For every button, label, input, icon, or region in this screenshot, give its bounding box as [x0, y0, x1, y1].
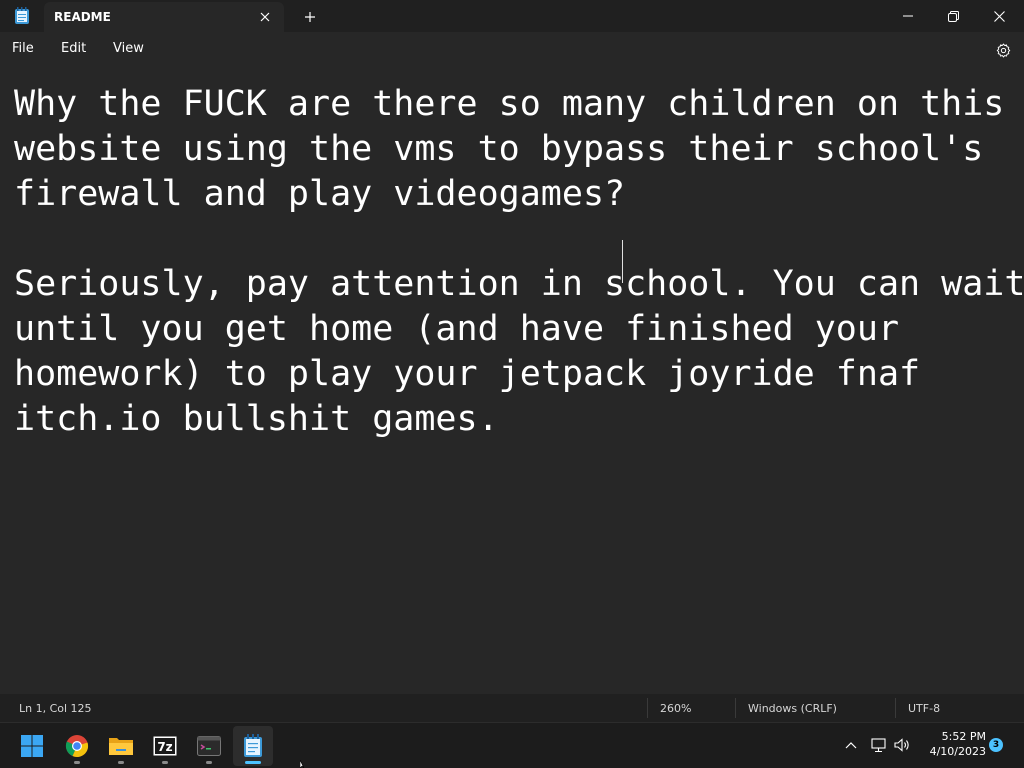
text-editor[interactable]: Why the FUCK are there so many children … — [0, 68, 1024, 694]
clock-date: 4/10/2023 — [929, 745, 986, 758]
notification-badge[interactable]: 3 — [989, 738, 1003, 752]
zoom-level: 260% — [660, 702, 692, 715]
gear-icon — [996, 42, 1010, 58]
menu-view[interactable]: View — [113, 41, 144, 56]
restore-icon — [947, 10, 959, 22]
notepad-app-icon — [14, 7, 30, 25]
running-indicator — [206, 761, 212, 764]
minimize-icon — [903, 15, 913, 17]
running-indicator — [162, 761, 168, 764]
taskbar: 7z 5:52 PM 4/10/2023 3 — [0, 722, 1024, 768]
file-explorer-icon — [109, 738, 133, 755]
mouse-cursor-icon — [300, 760, 305, 768]
network-icon[interactable] — [870, 736, 888, 754]
start-icon — [21, 735, 43, 757]
clock-time: 5:52 PM — [941, 730, 986, 743]
chrome-icon — [65, 735, 89, 757]
taskbar-7zip[interactable]: 7z — [145, 726, 185, 766]
new-tab-button[interactable] — [298, 5, 322, 29]
volume-icon[interactable] — [893, 736, 911, 754]
clock[interactable]: 5:52 PM 4/10/2023 — [920, 729, 986, 759]
running-indicator — [74, 761, 80, 764]
editor-content[interactable]: Why the FUCK are there so many children … — [14, 82, 1024, 442]
settings-button[interactable] — [993, 40, 1013, 60]
menu-bar: File Edit View — [0, 32, 1024, 68]
menu-file[interactable]: File — [12, 41, 34, 56]
chevron-up-icon[interactable] — [842, 737, 860, 755]
title-bar: README — [0, 0, 1024, 32]
tab-close-button[interactable] — [254, 6, 276, 28]
tab-readme[interactable]: README — [44, 2, 284, 32]
running-indicator — [118, 761, 124, 764]
status-bar: Ln 1, Col 125 260% Windows (CRLF) UTF-8 — [0, 694, 1024, 722]
taskbar-chrome[interactable] — [57, 726, 97, 766]
status-divider — [895, 698, 896, 718]
tab-title: README — [54, 10, 111, 24]
menu-edit[interactable]: Edit — [61, 41, 86, 56]
close-window-button[interactable] — [976, 0, 1022, 32]
restore-button[interactable] — [930, 0, 976, 32]
status-divider — [735, 698, 736, 718]
start-button[interactable] — [12, 726, 52, 766]
active-indicator — [245, 761, 261, 764]
svg-text:7z: 7z — [157, 740, 172, 754]
close-icon — [260, 12, 270, 22]
encoding: UTF-8 — [908, 702, 941, 715]
status-divider — [647, 698, 648, 718]
text-caret — [622, 240, 623, 283]
line-ending: Windows (CRLF) — [748, 702, 837, 715]
taskbar-notepad[interactable] — [233, 726, 273, 766]
7zip-icon: 7z — [153, 736, 177, 756]
notepad-icon — [244, 734, 262, 757]
taskbar-terminal[interactable] — [189, 726, 229, 766]
plus-icon — [305, 12, 315, 22]
close-icon — [993, 10, 1005, 22]
minimize-button[interactable] — [885, 0, 931, 32]
terminal-icon — [197, 736, 221, 756]
cursor-position: Ln 1, Col 125 — [19, 702, 92, 715]
taskbar-file-explorer[interactable] — [101, 726, 141, 766]
